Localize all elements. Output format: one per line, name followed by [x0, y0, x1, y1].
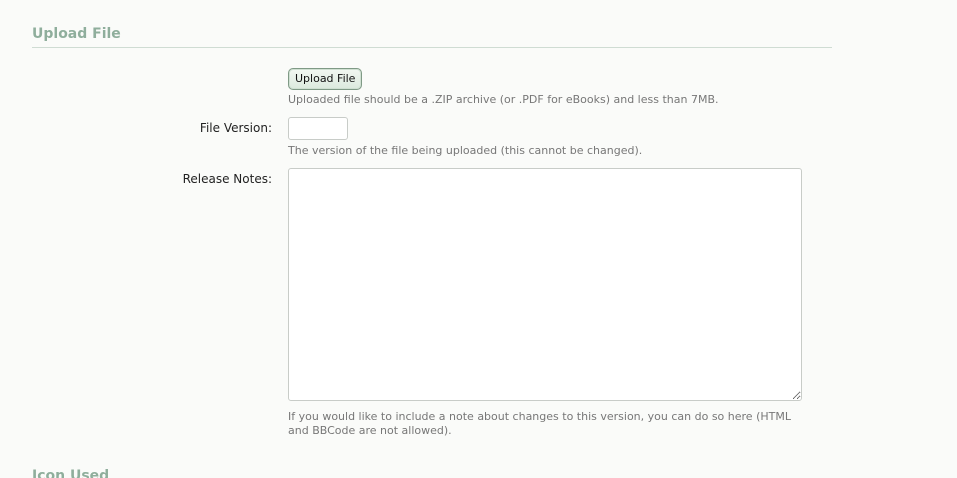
upload-file-heading: Upload File — [32, 26, 121, 42]
release-notes-label: Release Notes: — [182, 172, 272, 186]
upload-form-page: Upload File Upload File Uploaded file sh… — [0, 0, 957, 478]
file-version-hint: The version of the file being uploaded (… — [288, 144, 643, 157]
release-notes-textarea[interactable] — [288, 168, 802, 401]
icon-used-heading: Icon Used — [32, 468, 110, 478]
upload-hint: Uploaded file should be a .ZIP archive (… — [288, 93, 719, 106]
section-divider — [32, 47, 832, 48]
file-version-input[interactable] — [288, 117, 348, 140]
upload-file-button[interactable]: Upload File — [288, 68, 363, 90]
file-version-label: File Version: — [199, 121, 272, 135]
release-notes-hint: If you would like to include a note abou… — [288, 410, 791, 437]
